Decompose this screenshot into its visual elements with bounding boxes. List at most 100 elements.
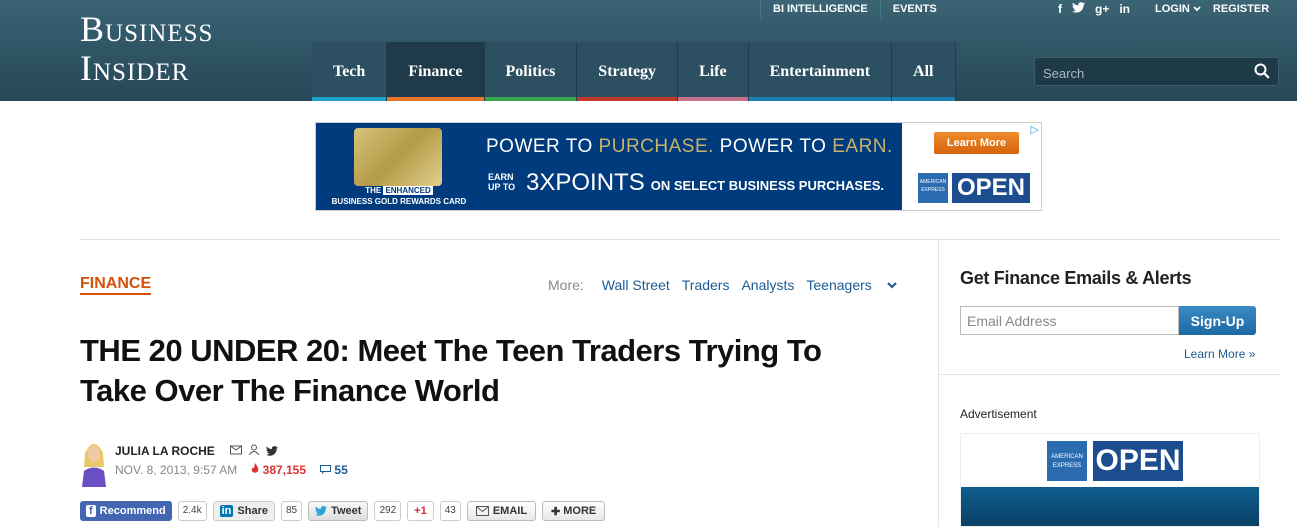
linkedin-icon[interactable]: in: [1119, 0, 1130, 16]
site-logo[interactable]: Business Insider: [80, 10, 213, 88]
section-label[interactable]: FINANCE: [80, 275, 152, 295]
nav-tab-life[interactable]: Life: [678, 42, 749, 101]
ad-headline-part-2: PURCHASE.: [598, 136, 714, 157]
content-divider: [80, 239, 1280, 240]
sidebar-divider: [938, 239, 939, 527]
bi-intelligence-link[interactable]: BI INTELLIGENCE: [760, 0, 880, 18]
login-link[interactable]: LOGIN: [1155, 0, 1201, 18]
author-contact-icons: [230, 443, 278, 456]
google-plus-icon[interactable]: g+: [1095, 0, 1109, 16]
nav-tab-color-bar: [748, 97, 892, 101]
sidebar-section-divider: [939, 374, 1280, 375]
author-avatar[interactable]: [80, 437, 108, 487]
twitter-icon[interactable]: [266, 443, 278, 456]
nav-tab-label: All: [913, 62, 934, 80]
nav-tab-label: Strategy: [598, 62, 657, 80]
plus-icon: ✚: [551, 505, 561, 518]
nav-tab-tech[interactable]: Tech: [312, 42, 388, 101]
sidebar-title: Get Finance Emails & Alerts: [960, 268, 1192, 288]
nav-tab-entertainment[interactable]: Entertainment: [748, 42, 893, 101]
gold-card-image: [354, 128, 442, 186]
enhanced-badge: ENHANCED: [383, 186, 433, 195]
open-logo: OPEN: [952, 173, 1030, 203]
nav-tab-color-bar: [484, 97, 577, 101]
more-label: More:: [548, 277, 584, 293]
learn-more-link[interactable]: Learn More »: [1184, 347, 1255, 361]
nav-tab-color-bar: [387, 97, 484, 101]
flame-icon: [252, 463, 259, 473]
email-icon[interactable]: [230, 443, 242, 455]
comment-count[interactable]: 55: [320, 463, 348, 477]
earn-up-to: EARN UP TO: [488, 172, 515, 192]
facebook-count: 2.4k: [177, 501, 207, 521]
logo-line-1: Business: [80, 9, 214, 49]
chevron-down-icon: [1193, 6, 1201, 12]
author-name[interactable]: JULIA LA ROCHE: [115, 444, 215, 458]
search-input[interactable]: [1041, 62, 1245, 84]
ad-headline-part-3: POWER TO: [713, 136, 833, 157]
email-icon: [475, 506, 489, 516]
google-plus-count: 43: [439, 501, 461, 521]
site-header: Business Insider BI INTELLIGENCE EVENTS …: [0, 0, 1297, 101]
linkedin-share-label: Share: [237, 505, 268, 517]
more-link-analysts[interactable]: Analysts: [741, 277, 794, 293]
signup-button[interactable]: Sign-Up: [1179, 306, 1256, 335]
nav-tab-strategy[interactable]: Strategy: [577, 42, 679, 101]
twitter-icon[interactable]: [1072, 0, 1085, 16]
follow-icon[interactable]: [248, 443, 260, 456]
more-share-button[interactable]: ✚ MORE: [542, 501, 606, 521]
article-meta: NOV. 8, 2013, 9:57 AM 387,155 55: [115, 463, 348, 477]
logo-line-2: Insider: [80, 48, 190, 88]
nav-tab-label: Entertainment: [769, 62, 871, 80]
tweet-label: Tweet: [331, 505, 362, 517]
linkedin-icon: in: [219, 505, 234, 517]
facebook-icon[interactable]: f: [1058, 0, 1062, 16]
banner-advertisement[interactable]: THE ENHANCED BUSINESS GOLD REWARDS CARD …: [315, 122, 1042, 211]
points-multiplier: 3X: [526, 169, 556, 196]
nav-tab-color-bar: [577, 97, 678, 101]
up-to-label: UP TO: [488, 182, 516, 192]
adchoices-icon[interactable]: ▷: [1031, 123, 1039, 136]
more-link-teenagers[interactable]: Teenagers: [806, 277, 871, 293]
advertisement-label: Advertisement: [960, 407, 1037, 421]
recommend-label: Recommend: [99, 505, 166, 517]
search-icon[interactable]: [1254, 63, 1270, 79]
twitter-icon: [315, 506, 328, 516]
amex-logo: AMERICAN EXPRESS: [918, 173, 948, 203]
nav-tab-politics[interactable]: Politics: [484, 42, 578, 101]
google-plus-button[interactable]: +1: [407, 501, 434, 521]
email-field[interactable]: [960, 306, 1179, 335]
ad-headline-part-1: POWER TO: [486, 136, 599, 157]
chevron-down-icon[interactable]: [886, 279, 898, 291]
email-share-button[interactable]: EMAIL: [466, 501, 537, 521]
more-links: More: Wall Street Traders Analysts Teena…: [548, 277, 898, 293]
enhanced-prefix: THE: [365, 186, 382, 195]
comment-icon: [320, 465, 332, 474]
nav-tab-label: Life: [699, 62, 727, 80]
nav-tab-finance[interactable]: Finance: [387, 42, 485, 101]
publish-date: NOV. 8, 2013, 9:57 AM: [115, 463, 238, 477]
share-bar: f Recommend 2.4k in Share 85 Tweet 292 +1 …: [80, 501, 606, 521]
register-link[interactable]: REGISTER: [1213, 0, 1269, 18]
email-share-label: EMAIL: [492, 505, 528, 517]
nav-tab-color-bar: [892, 97, 955, 101]
ad-band: [961, 487, 1259, 526]
ad-headline: POWER TO PURCHASE. POWER TO EARN.: [486, 136, 893, 158]
ad-right-panel: Learn More AMERICAN EXPRESS OPEN: [902, 123, 1041, 210]
tweet-button[interactable]: Tweet: [308, 501, 369, 521]
more-link-traders[interactable]: Traders: [682, 277, 730, 293]
linkedin-count: 85: [280, 501, 303, 521]
sidebar-advertisement[interactable]: AMERICAN EXPRESS OPEN: [960, 433, 1260, 527]
facebook-recommend-button[interactable]: f Recommend: [80, 501, 172, 521]
amex-logo: AMERICAN EXPRESS: [1047, 441, 1087, 481]
earn-label: EARN: [488, 172, 514, 182]
points-subtext: ON SELECT BUSINESS PURCHASES.: [650, 178, 885, 193]
ad-learn-more-button[interactable]: Learn More: [934, 132, 1019, 154]
events-link[interactable]: EVENTS: [879, 0, 949, 18]
nav-tab-color-bar: [678, 97, 748, 101]
more-link-wall-street[interactable]: Wall Street: [602, 277, 670, 293]
linkedin-share-button[interactable]: in Share: [212, 501, 275, 521]
account-links: LOGIN REGISTER: [1155, 0, 1269, 18]
points-offer: 3XPOINTS ON SELECT BUSINESS PURCHASES.: [526, 169, 884, 197]
nav-tab-all[interactable]: All: [892, 42, 956, 101]
